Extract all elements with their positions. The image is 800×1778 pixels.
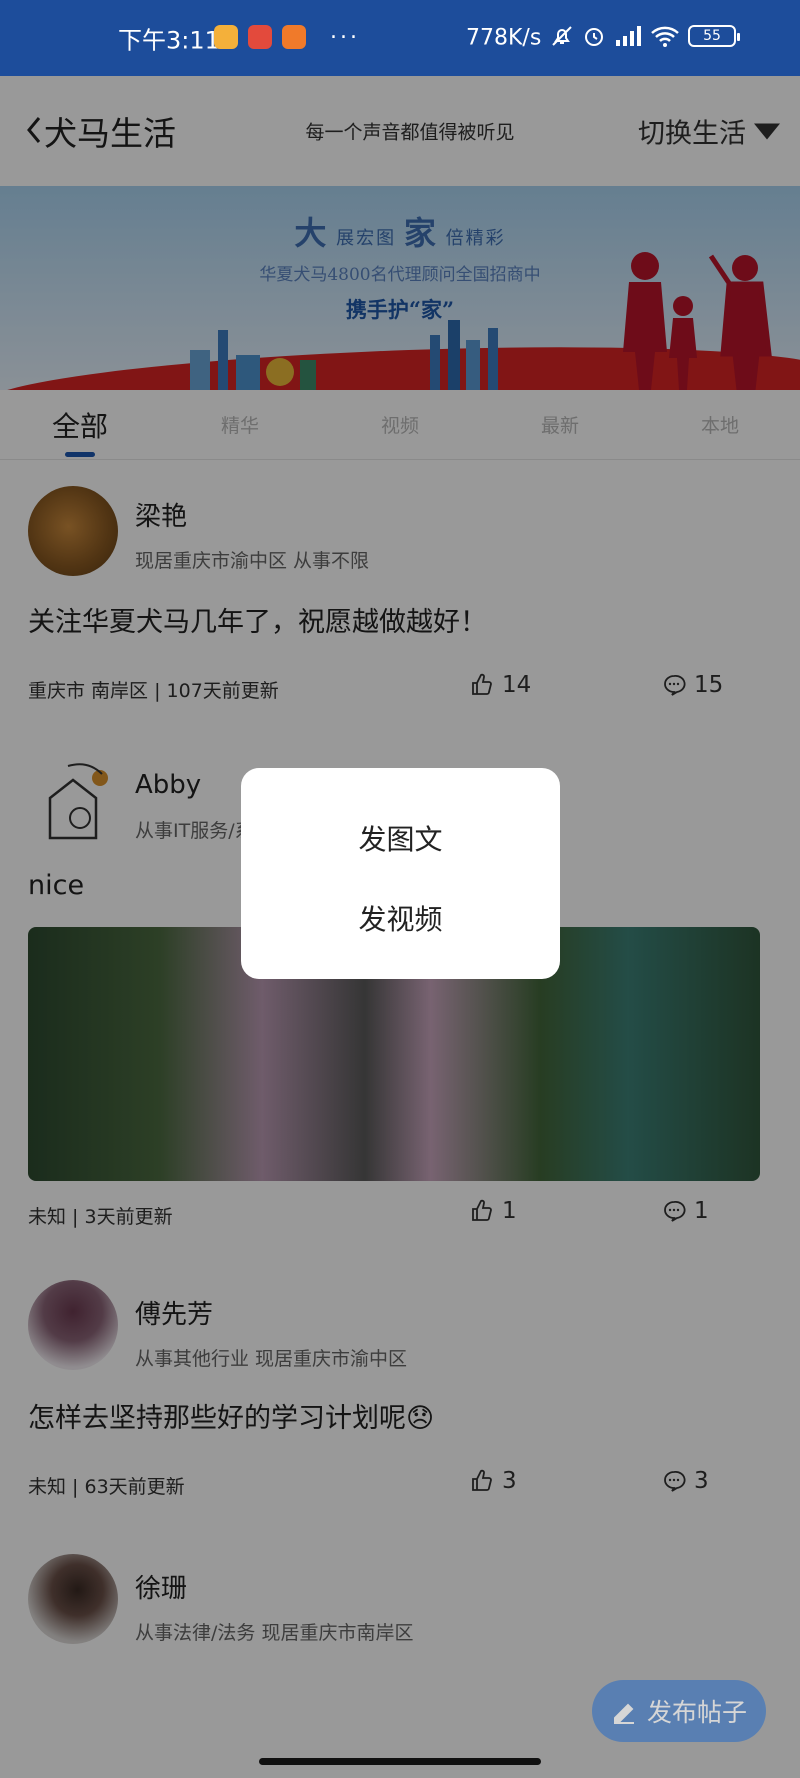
mute-bell-icon: [552, 26, 572, 46]
alarm-icon: [585, 28, 603, 46]
more-notifications-icon: ···: [330, 25, 360, 51]
wifi-icon: [651, 26, 679, 47]
status-bar: 下午3:11 ··· 778K/s 55: [0, 0, 800, 76]
post-video-option[interactable]: 发视频: [241, 898, 560, 938]
hand-app-icon: [282, 25, 306, 49]
home-indicator[interactable]: [259, 1758, 541, 1765]
game-app-icon: [248, 25, 272, 49]
post-text-image-option[interactable]: 发图文: [241, 818, 560, 858]
post-type-dialog: 发图文 发视频: [241, 768, 560, 979]
system-icons: 55: [550, 24, 740, 48]
network-speed: 778K/s: [466, 25, 542, 51]
publish-post-button[interactable]: 发布帖子: [592, 1680, 766, 1742]
pencil-icon: [613, 1703, 634, 1724]
gallery-app-icon: [214, 25, 238, 49]
status-time: 下午3:11: [118, 26, 220, 55]
publish-post-label: 发布帖子: [646, 1698, 747, 1727]
notification-icons: [214, 25, 306, 49]
signal-icon: [616, 26, 641, 46]
battery-icon: 55: [688, 25, 740, 47]
